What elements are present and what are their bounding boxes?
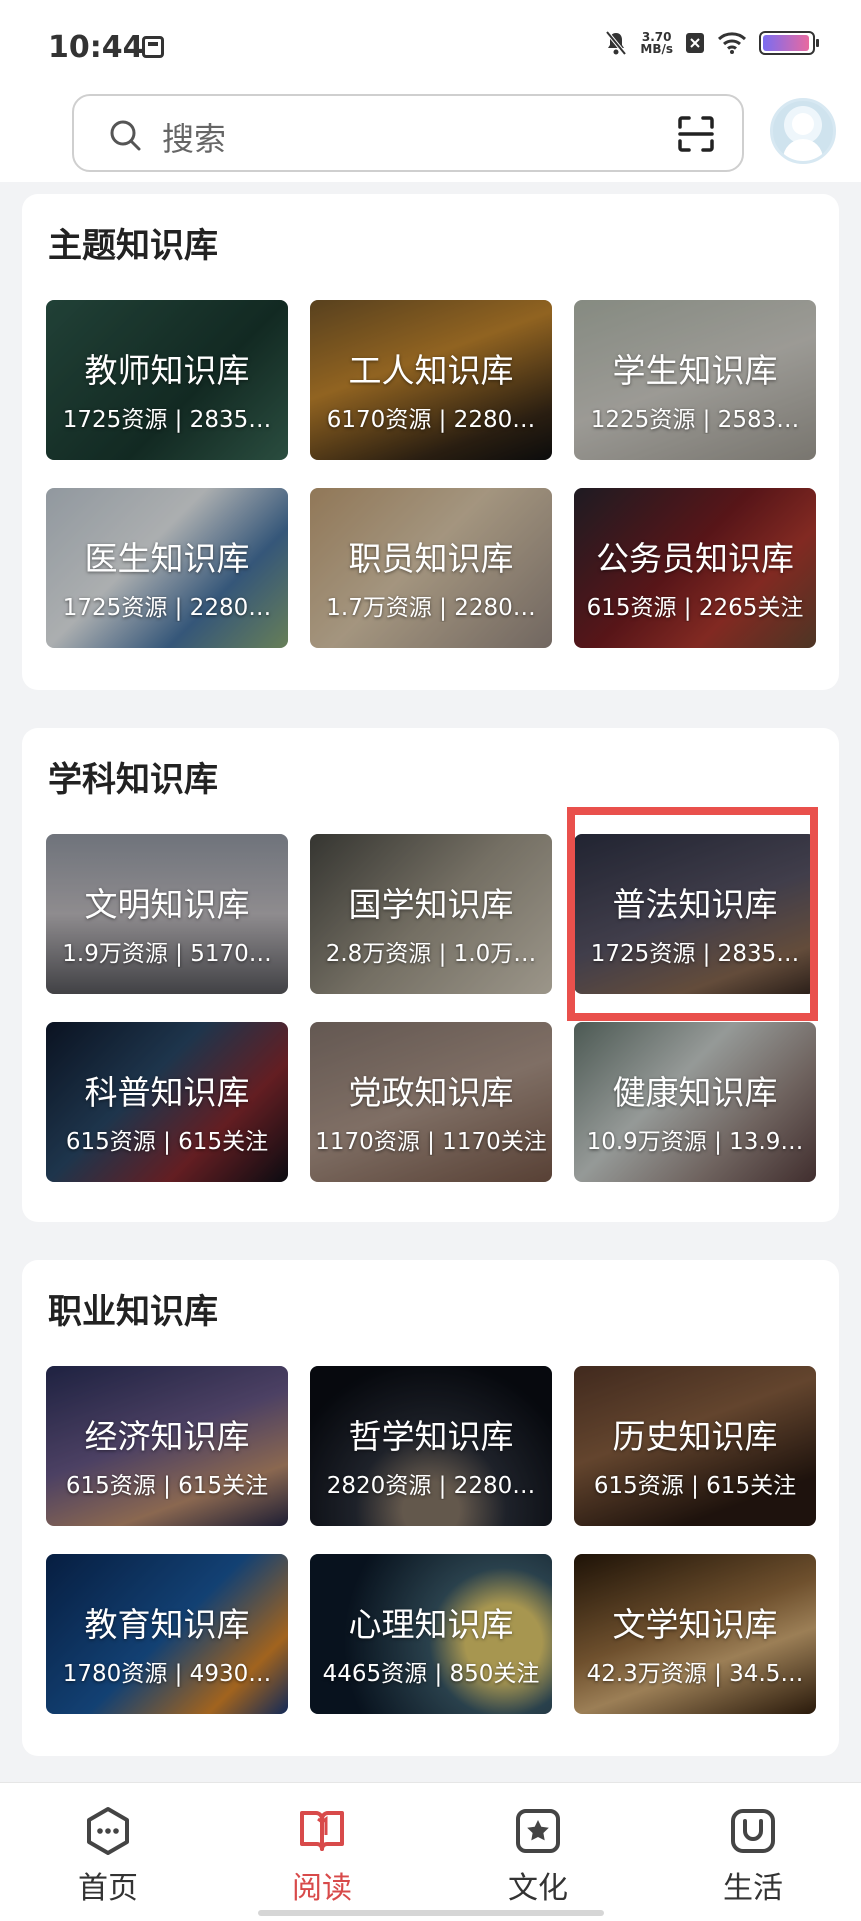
section-title: 主题知识库 xyxy=(48,226,218,266)
kb-tile-education[interactable]: 教育知识库 1780资源 | 4930… xyxy=(46,1554,288,1714)
bell-muted-icon xyxy=(604,30,628,56)
tile-stats: 1725资源 | 2280… xyxy=(62,595,272,621)
sd-card-icon xyxy=(142,36,164,58)
tile-stats: 1725资源 | 2835… xyxy=(62,407,272,433)
kb-tile-psychology[interactable]: 心理知识库 4465资源 | 850关注 xyxy=(310,1554,552,1714)
net-speed-unit: MB/s xyxy=(640,42,673,56)
tile-stats: 2.8万资源 | 1.0万… xyxy=(325,941,537,967)
kb-tile-party-gov[interactable]: 党政知识库 1170资源 | 1170关注 xyxy=(310,1022,552,1182)
search-header: 搜索 xyxy=(0,92,861,182)
star-square-icon xyxy=(516,1809,560,1853)
section-title: 职业知识库 xyxy=(48,1292,218,1332)
section-career-kb: 职业知识库 经济知识库 615资源 | 615关注 哲学知识库 2820资源 |… xyxy=(22,1260,839,1756)
tile-stats: 615资源 | 615关注 xyxy=(65,1473,269,1499)
bottom-nav: 首页 阅读 文化 生活 xyxy=(0,1782,861,1921)
tile-stats: 10.9万资源 | 13.9… xyxy=(586,1129,804,1155)
tile-name: 文明知识库 xyxy=(84,885,250,924)
tile-stats: 6170资源 | 2280… xyxy=(326,407,536,433)
nav-reading[interactable]: 阅读 xyxy=(262,1805,382,1907)
tile-name: 历史知识库 xyxy=(612,1417,778,1456)
search-icon xyxy=(108,118,144,158)
tile-name: 学生知识库 xyxy=(612,351,778,390)
section-title: 学科知识库 xyxy=(48,760,218,800)
tile-stats: 1225资源 | 2583… xyxy=(590,407,800,433)
status-bar: 10:44 3.70 MB/s xyxy=(0,0,861,92)
nav-culture[interactable]: 文化 xyxy=(478,1805,598,1907)
tile-stats: 42.3万资源 | 34.5… xyxy=(586,1661,804,1687)
nav-life[interactable]: 生活 xyxy=(693,1805,813,1907)
nav-label: 阅读 xyxy=(292,1871,352,1906)
tile-name: 经济知识库 xyxy=(84,1417,250,1456)
kb-tile-civil-servant[interactable]: 公务员知识库 615资源 | 2265关注 xyxy=(574,488,816,648)
tile-name: 医生知识库 xyxy=(84,539,250,578)
tile-stats: 4465资源 | 850关注 xyxy=(322,1661,540,1687)
kb-tile-law[interactable]: 普法知识库 1725资源 | 2835… xyxy=(574,834,816,994)
wifi-icon xyxy=(717,32,747,54)
home-indicator[interactable] xyxy=(258,1910,604,1916)
kb-tile-science[interactable]: 科普知识库 615资源 | 615关注 xyxy=(46,1022,288,1182)
book-icon xyxy=(300,1811,344,1851)
tile-name: 党政知识库 xyxy=(348,1073,514,1112)
kb-tile-doctor[interactable]: 医生知识库 1725资源 | 2280… xyxy=(46,488,288,648)
section-theme-kb: 主题知识库 教师知识库 1725资源 | 2835… 工人知识库 6170资源 … xyxy=(22,194,839,690)
tile-stats: 1.9万资源 | 5170… xyxy=(62,941,272,967)
tile-name: 公务员知识库 xyxy=(596,539,794,578)
tile-name: 普法知识库 xyxy=(612,885,778,924)
tile-name: 教育知识库 xyxy=(84,1605,250,1644)
kb-tile-sinology[interactable]: 国学知识库 2.8万资源 | 1.0万… xyxy=(310,834,552,994)
nav-label: 文化 xyxy=(508,1871,568,1906)
tile-name: 文学知识库 xyxy=(612,1605,778,1644)
battery-fill xyxy=(763,35,809,51)
tile-name: 职员知识库 xyxy=(348,539,514,578)
net-speed: 3.70 MB/s xyxy=(640,31,673,55)
nav-home[interactable]: 首页 xyxy=(48,1805,168,1907)
tile-stats: 615资源 | 2265关注 xyxy=(586,595,804,621)
kb-tile-literature[interactable]: 文学知识库 42.3万资源 | 34.5… xyxy=(574,1554,816,1714)
section-subject-kb: 学科知识库 文明知识库 1.9万资源 | 5170… 国学知识库 2.8万资源 … xyxy=(22,728,839,1222)
tile-name: 健康知识库 xyxy=(612,1073,778,1112)
status-indicators: 3.70 MB/s xyxy=(604,30,819,56)
kb-tile-civilization[interactable]: 文明知识库 1.9万资源 | 5170… xyxy=(46,834,288,994)
tile-stats: 1170资源 | 1170关注 xyxy=(315,1129,547,1155)
kb-tile-worker[interactable]: 工人知识库 6170资源 | 2280… xyxy=(310,300,552,460)
smile-square-icon xyxy=(731,1809,775,1853)
tile-name: 教师知识库 xyxy=(84,351,250,390)
battery-icon xyxy=(759,31,819,55)
avatar[interactable] xyxy=(770,98,836,164)
tile-name: 心理知识库 xyxy=(348,1605,514,1644)
tile-stats: 1725资源 | 2835… xyxy=(590,941,800,967)
kb-tile-economy[interactable]: 经济知识库 615资源 | 615关注 xyxy=(46,1366,288,1526)
tile-stats: 2820资源 | 2280… xyxy=(326,1473,536,1499)
kb-tile-health[interactable]: 健康知识库 10.9万资源 | 13.9… xyxy=(574,1022,816,1182)
status-time: 10:44 xyxy=(48,30,144,65)
kb-tile-teacher[interactable]: 教师知识库 1725资源 | 2835… xyxy=(46,300,288,460)
tile-name: 国学知识库 xyxy=(348,885,514,924)
kb-tile-student[interactable]: 学生知识库 1225资源 | 2583… xyxy=(574,300,816,460)
nav-label: 生活 xyxy=(723,1871,783,1906)
scan-icon[interactable] xyxy=(676,114,716,158)
no-sim-icon xyxy=(685,32,705,54)
tile-stats: 615资源 | 615关注 xyxy=(593,1473,797,1499)
home-hexagon-icon xyxy=(87,1807,129,1855)
kb-tile-staff[interactable]: 职员知识库 1.7万资源 | 2280… xyxy=(310,488,552,648)
tile-name: 工人知识库 xyxy=(348,351,514,390)
tile-stats: 1.7万资源 | 2280… xyxy=(326,595,536,621)
tile-name: 哲学知识库 xyxy=(348,1417,514,1456)
tile-stats: 615资源 | 615关注 xyxy=(65,1129,269,1155)
nav-label: 首页 xyxy=(78,1871,138,1906)
search-bar[interactable]: 搜索 xyxy=(72,94,744,172)
tile-name: 科普知识库 xyxy=(84,1073,250,1112)
search-placeholder: 搜索 xyxy=(162,120,227,158)
kb-tile-philosophy[interactable]: 哲学知识库 2820资源 | 2280… xyxy=(310,1366,552,1526)
tile-stats: 1780资源 | 4930… xyxy=(62,1661,272,1687)
kb-tile-history[interactable]: 历史知识库 615资源 | 615关注 xyxy=(574,1366,816,1526)
